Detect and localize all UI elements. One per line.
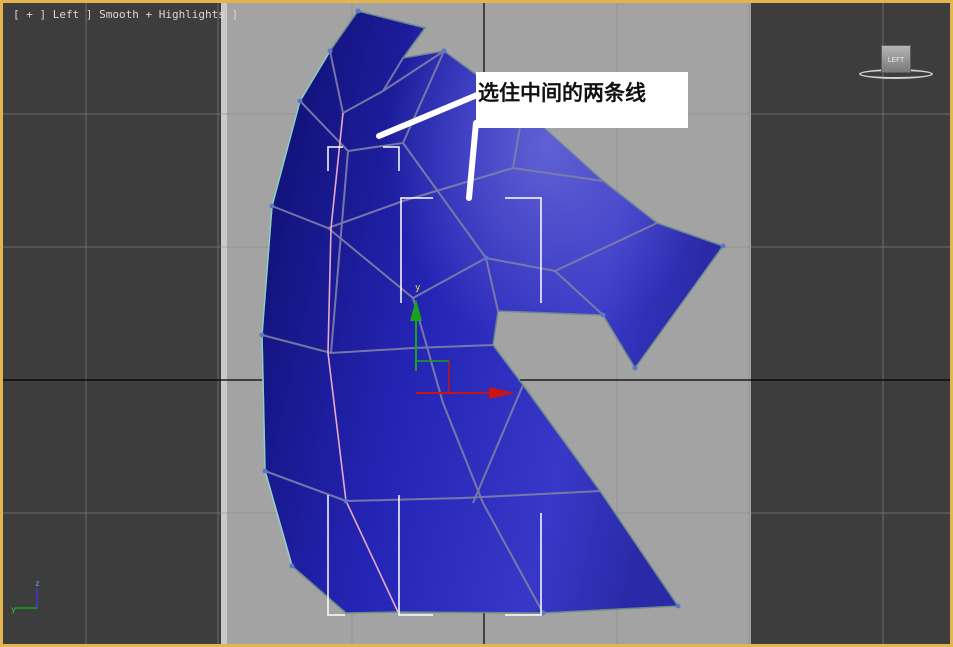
viewcube[interactable]: LEFT	[859, 43, 935, 85]
left-viewport[interactable]: y [ + ] Left ] Smooth + Highlights ] 选住中…	[0, 0, 953, 647]
viewport-label-menu[interactable]: [ + ] Left ] Smooth + Highlights ]	[13, 8, 238, 21]
axis-tripod-icon: z y	[11, 579, 40, 614]
tripod-z-label: z	[35, 579, 40, 588]
viewcube-face-left[interactable]: LEFT	[881, 45, 911, 73]
annotation-text: 选住中间的两条线	[478, 81, 646, 105]
gizmo-y-label: y	[415, 283, 421, 293]
tripod-y-label: y	[11, 605, 16, 614]
